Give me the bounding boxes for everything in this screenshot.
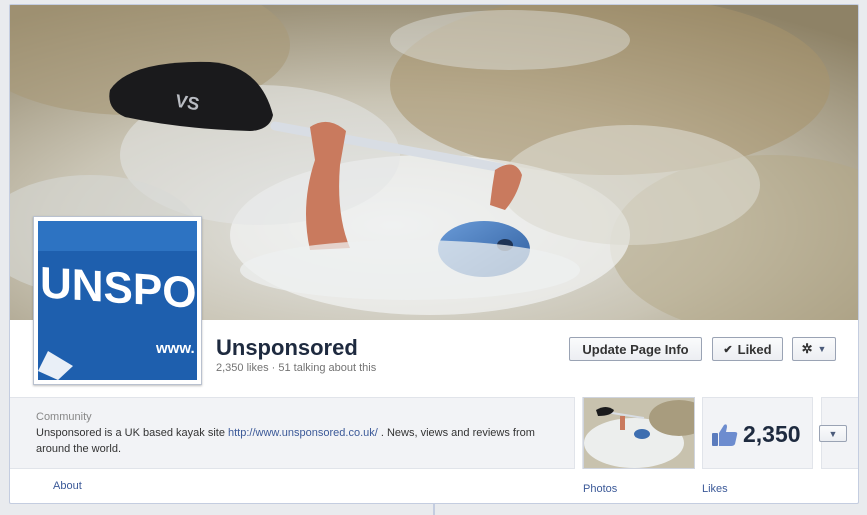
chevron-down-icon: ▼ — [817, 344, 827, 354]
thumbs-up-icon — [712, 423, 738, 446]
page-stats: 2,350 likes · 51 talking about this — [216, 362, 377, 374]
likes-count-widget[interactable]: 2,350 — [711, 421, 801, 448]
website-link[interactable]: http://www.unsponsored.co.uk/ — [228, 427, 378, 439]
chevron-down-icon: ▼ — [828, 428, 838, 439]
checkmark-icon: ✔ — [723, 343, 733, 356]
likes-count: 2,350 — [743, 421, 801, 447]
update-page-info-label: Update Page Info — [582, 341, 689, 357]
gear-icon: ✲ — [801, 341, 813, 356]
photos-thumbnail[interactable] — [583, 397, 695, 469]
page-title: Unsponsored — [216, 335, 358, 360]
page-description: Unsponsored is a UK based kayak site htt… — [36, 425, 571, 457]
profile-picture[interactable]: UNSPO www. — [33, 216, 202, 385]
expand-apps-button[interactable]: ▼ — [819, 425, 847, 442]
svg-text:VS: VS — [174, 91, 201, 115]
about-tab[interactable]: About — [53, 480, 82, 492]
profile-logo-url: www. — [155, 340, 195, 357]
update-page-info-button[interactable]: Update Page Info — [569, 337, 702, 361]
photos-app-label[interactable]: Photos — [583, 483, 617, 495]
timeline-divider — [433, 504, 435, 515]
page-settings-button[interactable]: ✲ ▼ — [792, 337, 836, 361]
liked-button[interactable]: ✔ Liked — [712, 337, 783, 361]
liked-label: Liked — [737, 341, 772, 357]
page-header-card: VS UNSPO www. Unsponsored 2,350 likes · … — [9, 4, 859, 504]
description-text-before: Unsponsored is a UK based kayak site — [36, 427, 228, 439]
likes-app-label[interactable]: Likes — [702, 483, 728, 495]
page-category: Community — [36, 411, 92, 423]
